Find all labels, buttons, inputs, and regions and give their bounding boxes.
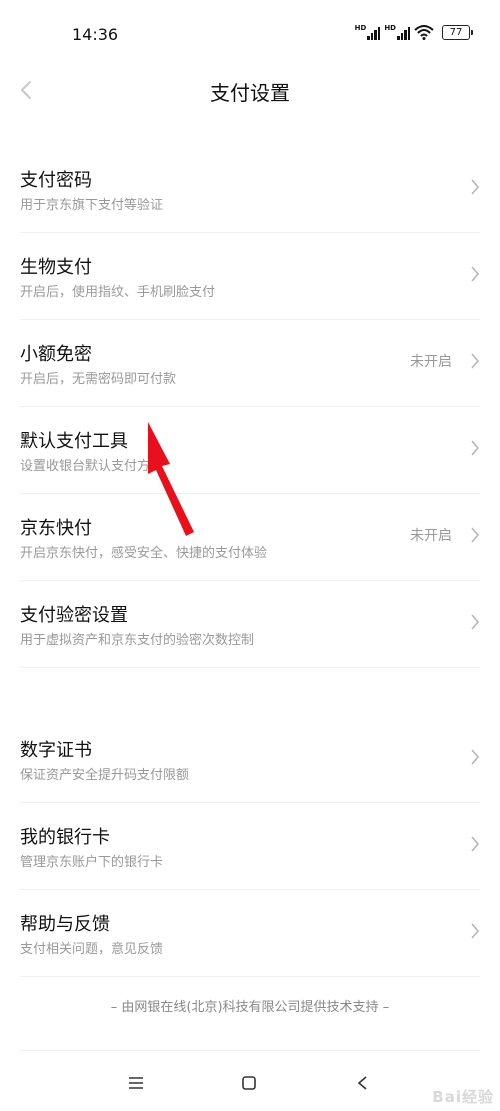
setting-title: 生物支付 — [20, 257, 92, 278]
chevron-right-icon — [471, 749, 480, 765]
setting-subtitle: 用于虚拟资产和京东支付的验密次数控制 — [20, 633, 255, 648]
setting-title: 帮助与反馈 — [20, 914, 110, 935]
chevron-right-icon — [471, 179, 480, 195]
setting-status: 未开启 — [410, 528, 452, 544]
setting-row-my-bank-cards[interactable]: 我的银行卡 管理京东账户下的银行卡 — [20, 803, 480, 890]
signal-icon: HD — [355, 24, 381, 40]
settings-section-payment: 支付密码 用于京东旗下支付等验证 生物支付 开启后，使用指纹、手机刷脸支付 小额… — [0, 146, 500, 668]
setting-subtitle: 保证资产安全提升码支付限额 — [20, 768, 190, 783]
battery-level: 77 — [449, 26, 463, 38]
setting-row-default-payment-tool[interactable]: 默认支付工具 设置收银台默认支付方式 — [20, 407, 480, 494]
annotation-arrow — [148, 422, 194, 536]
chevron-right-icon — [471, 266, 480, 282]
setting-status: 未开启 — [410, 354, 452, 370]
setting-title: 支付密码 — [20, 170, 92, 191]
setting-row-payment-password[interactable]: 支付密码 用于京东旗下支付等验证 — [20, 146, 480, 233]
system-back-button[interactable] — [351, 1072, 373, 1094]
divider — [20, 1050, 480, 1051]
chevron-right-icon — [471, 614, 480, 630]
setting-row-verification-settings[interactable]: 支付验密设置 用于虚拟资产和京东支付的验密次数控制 — [20, 581, 480, 668]
battery-icon: 77 — [442, 24, 473, 40]
setting-row-digital-certificate[interactable]: 数字证书 保证资产安全提升码支付限额 — [20, 716, 480, 803]
setting-subtitle: 支付相关问题，意见反馈 — [20, 942, 164, 957]
setting-subtitle: 用于京东旗下支付等验证 — [20, 198, 164, 213]
back-triangle-icon — [357, 1076, 367, 1090]
setting-row-jd-quick-pay[interactable]: 京东快付 开启京东快付，感受安全、快捷的支付体验 未开启 — [20, 494, 480, 581]
settings-section-account: 数字证书 保证资产安全提升码支付限额 我的银行卡 管理京东账户下的银行卡 帮助与… — [0, 716, 500, 977]
setting-title: 我的银行卡 — [20, 827, 110, 848]
chevron-right-icon — [471, 836, 480, 852]
menu-icon — [129, 1077, 143, 1089]
setting-title: 支付验密设置 — [20, 605, 128, 626]
header: 支付设置 — [0, 70, 500, 110]
status-time: 14:36 — [72, 25, 119, 44]
chevron-right-icon — [471, 440, 480, 456]
menu-button[interactable] — [125, 1072, 147, 1094]
setting-row-biometric-payment[interactable]: 生物支付 开启后，使用指纹、手机刷脸支付 — [20, 233, 480, 320]
status-bar: 14:36 HD HD 77 — [0, 0, 500, 70]
setting-title: 京东快付 — [20, 518, 92, 539]
setting-title: 数字证书 — [20, 740, 92, 761]
setting-subtitle: 开启后，无需密码即可付款 — [20, 372, 177, 387]
settings-list: 支付密码 用于京东旗下支付等验证 生物支付 开启后，使用指纹、手机刷脸支付 小额… — [0, 146, 500, 977]
setting-title: 默认支付工具 — [20, 431, 128, 452]
tech-support-note: – 由网银在线(北京)科技有限公司提供技术支持 – — [110, 1000, 390, 1015]
chevron-right-icon — [471, 923, 480, 939]
page-title: 支付设置 — [210, 81, 290, 105]
status-icons: HD HD 77 — [355, 24, 473, 40]
wifi-icon — [414, 25, 434, 40]
home-icon — [242, 1076, 256, 1090]
home-button[interactable] — [238, 1072, 260, 1094]
setting-row-small-amount-free[interactable]: 小额免密 开启后，无需密码即可付款 未开启 — [20, 320, 480, 407]
watermark: Bai经验 — [432, 1088, 494, 1106]
system-nav-bar — [0, 1060, 500, 1104]
setting-row-help-feedback[interactable]: 帮助与反馈 支付相关问题，意见反馈 — [20, 890, 480, 977]
setting-title: 小额免密 — [20, 344, 92, 365]
setting-subtitle: 开启京东快付，感受安全、快捷的支付体验 — [20, 546, 268, 561]
setting-subtitle: 管理京东账户下的银行卡 — [20, 855, 164, 870]
chevron-right-icon — [471, 353, 480, 369]
chevron-right-icon — [471, 527, 480, 543]
setting-subtitle: 开启后，使用指纹、手机刷脸支付 — [20, 285, 216, 300]
signal-icon-2: HD — [384, 24, 410, 40]
